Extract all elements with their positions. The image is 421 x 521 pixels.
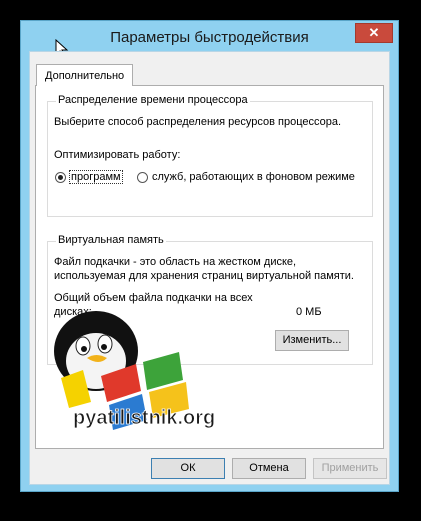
paging-total-value: 0 МБ: [296, 306, 322, 318]
change-button[interactable]: Изменить...: [275, 330, 349, 351]
cancel-button[interactable]: Отмена: [232, 458, 306, 479]
ok-button[interactable]: ОК: [151, 458, 225, 479]
processor-scheduling-description: Выберите способ распределения ресурсов п…: [54, 116, 342, 128]
performance-options-window: Параметры быстродействия ✕ Дополнительно…: [20, 20, 399, 492]
close-button[interactable]: ✕: [355, 23, 393, 43]
radio-background-services-label[interactable]: служб, работающих в фоновом режиме: [152, 171, 355, 183]
radio-selected-dot: [58, 175, 63, 180]
paging-total-label-line1: Общий объем файла подкачки на всех: [54, 292, 253, 304]
radio-background-services[interactable]: [137, 172, 148, 183]
tab-advanced[interactable]: Дополнительно: [36, 64, 134, 86]
title-bar[interactable]: Параметры быстродействия ✕: [21, 21, 398, 51]
optimize-label: Оптимизировать работу:: [54, 149, 181, 161]
processor-scheduling-title: Распределение времени процессора: [56, 94, 250, 106]
radio-programs-label[interactable]: программ: [69, 170, 123, 184]
processor-scheduling-group: Распределение времени процессора Выберит…: [47, 94, 373, 217]
virtual-memory-desc-line2: используемая для хранения страниц виртуа…: [54, 270, 354, 282]
apply-button[interactable]: Применить: [313, 458, 387, 479]
window-title: Параметры быстродействия: [110, 29, 309, 46]
virtual-memory-desc-line1: Файл подкачки - это область на жестком д…: [54, 256, 297, 268]
virtual-memory-title: Виртуальная память: [56, 234, 166, 246]
watermark-text: pyatilistnik.org: [73, 407, 215, 429]
radio-programs[interactable]: [55, 172, 66, 183]
penguin-windows-logo: pyatilistnik.org: [54, 311, 216, 430]
